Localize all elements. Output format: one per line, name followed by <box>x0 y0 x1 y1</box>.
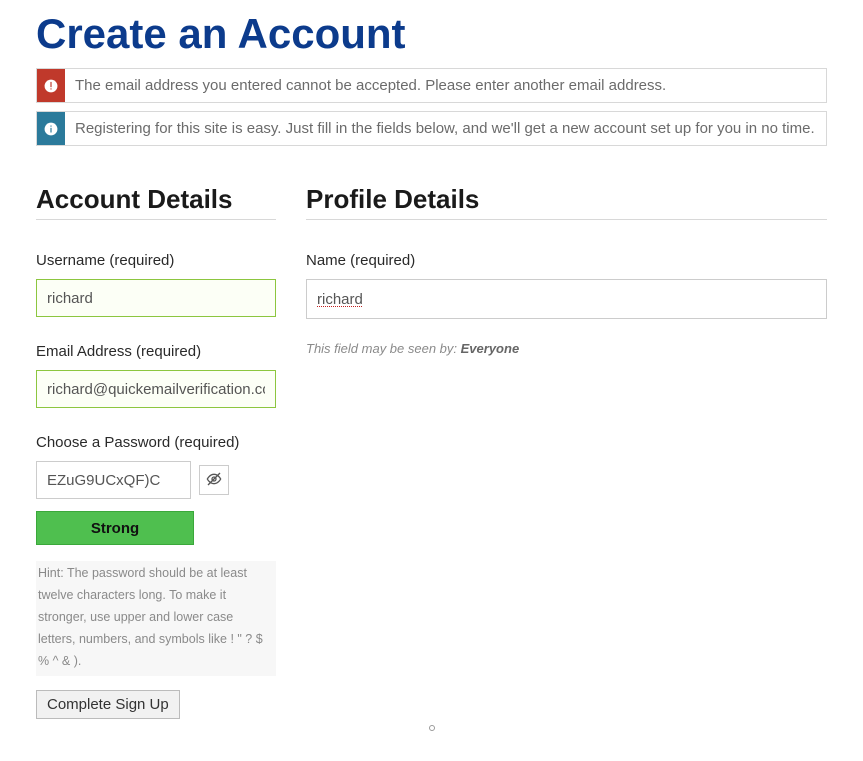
name-field: Name (required) <box>306 252 827 319</box>
username-field: Username (required) <box>36 252 276 317</box>
privacy-prefix: This field may be seen by: <box>306 341 461 356</box>
eye-slash-icon <box>206 471 222 490</box>
password-input[interactable] <box>36 461 191 499</box>
account-details-heading: Account Details <box>36 184 276 220</box>
privacy-value: Everyone <box>461 341 520 356</box>
field-visibility-note: This field may be seen by: Everyone <box>306 341 827 356</box>
alert-info-text: Registering for this site is easy. Just … <box>65 112 826 145</box>
email-label: Email Address (required) <box>36 343 276 360</box>
name-label: Name (required) <box>306 252 827 269</box>
name-input[interactable] <box>306 279 827 319</box>
username-label: Username (required) <box>36 252 276 269</box>
page-title: Create an Account <box>36 10 827 58</box>
error-icon <box>37 69 65 102</box>
email-input[interactable] <box>36 370 276 408</box>
profile-details-heading: Profile Details <box>306 184 827 220</box>
loading-indicator-icon <box>429 725 435 731</box>
alert-error-text: The email address you entered cannot be … <box>65 69 826 102</box>
alert-info: Registering for this site is easy. Just … <box>36 111 827 146</box>
password-label: Choose a Password (required) <box>36 434 276 451</box>
password-field: Choose a Password (required) Stron <box>36 434 276 676</box>
password-hint: Hint: The password should be at least tw… <box>36 561 276 676</box>
alert-error: The email address you entered cannot be … <box>36 68 827 103</box>
username-input[interactable] <box>36 279 276 317</box>
password-strength-badge: Strong <box>36 511 194 545</box>
info-icon <box>37 112 65 145</box>
complete-sign-up-button[interactable]: Complete Sign Up <box>36 690 180 719</box>
toggle-password-visibility-button[interactable] <box>199 465 229 495</box>
email-field: Email Address (required) <box>36 343 276 408</box>
